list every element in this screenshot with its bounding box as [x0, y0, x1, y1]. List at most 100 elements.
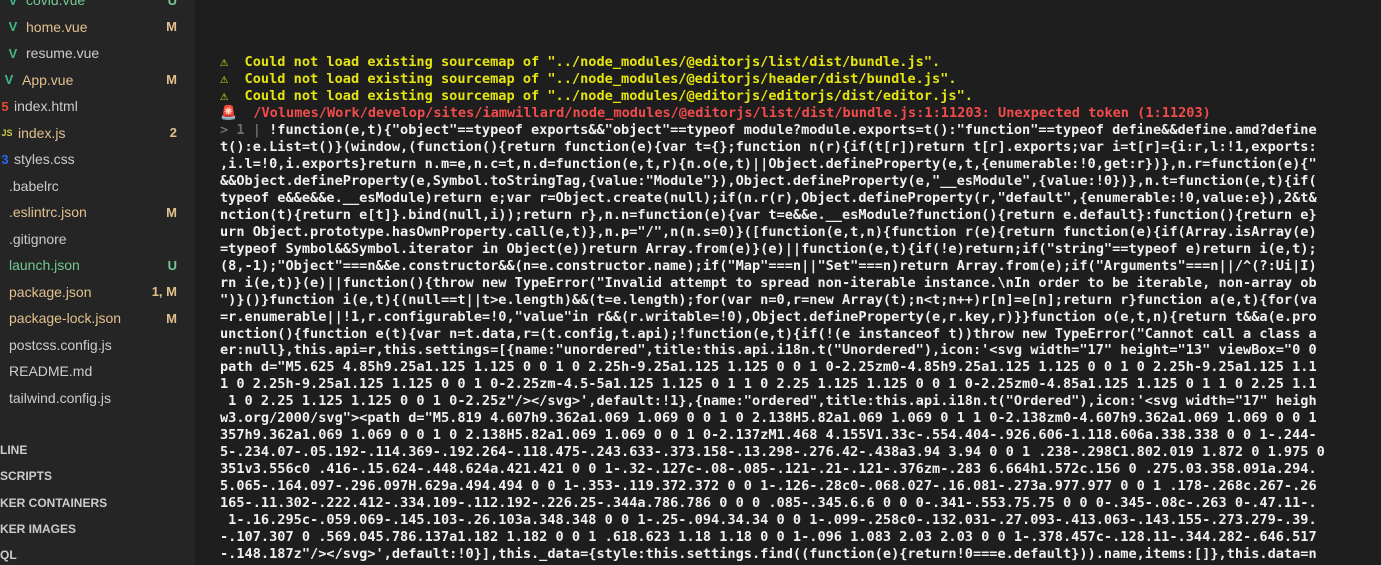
code-text: !function(e,t){"object"==typeof exports&…	[269, 121, 1317, 138]
file-item[interactable]: 3 styles.css	[0, 146, 195, 172]
file-name: styles.css	[14, 151, 75, 167]
file-name: postcss.config.js	[9, 336, 112, 353]
code-text: unction(){function e(t){var n=t.data,r=(…	[220, 325, 1317, 342]
git-status-badge: U	[167, 257, 177, 273]
code-text: 5-.234.07-.05.192-.114.369-.192.264-.118…	[220, 444, 1325, 461]
file-name: home.vue	[26, 18, 88, 35]
file-item[interactable]: README.md	[0, 358, 195, 384]
file-name: package.json	[9, 283, 92, 300]
code-frame-line: 5-.234.07-.05.192-.114.369-.192.264-.118…	[220, 444, 1325, 461]
code-frame-line: path d="M5.625 4.85h9.25a1.125 1.125 0 0…	[220, 359, 1317, 376]
code-frame-line: rn i(e,t)}(e)||function(){throw new Type…	[220, 275, 1317, 292]
file-item[interactable]: .gitignore	[0, 226, 195, 252]
code-frame-line: er:null},this.api=r,this.settings=[{name…	[220, 342, 1317, 359]
code-frame-line: =typeof Symbol&&Symbol.iterator in Objec…	[220, 241, 1317, 258]
code-frame-line: ,i.l=!0,i.exports}return n.m=e,n.c=t,n.d…	[220, 156, 1317, 173]
code-frame-line: 1-.16.295c-.059.069-.145.103-.26.103a.34…	[220, 512, 1317, 529]
file-item[interactable]: Vcovid.vue U	[0, 0, 195, 13]
file-name: .eslintrc.json	[9, 204, 87, 220]
git-status-badge: M	[166, 72, 177, 87]
code-text: 357h9.362a1.069 1.069 0 0 1 0 2.138H5.82…	[220, 427, 1317, 444]
file-name: .gitignore	[9, 230, 67, 247]
file-name: README.md	[9, 363, 93, 379]
code-text: ")}()}function i(e,t){(null==t||t>e.leng…	[220, 291, 1317, 308]
code-text: &&Object.defineProperty(e,Symbol.toStrin…	[220, 172, 1317, 189]
code-frame-line: urn Object.prototype.hasOwnProperty.call…	[220, 224, 1317, 241]
code-text: 351v3.556c0 .416-.15.624-.448.624a.421.4…	[220, 461, 1317, 478]
code-frame-line: =r.enumerable||!1,r.configurable=!0,"val…	[220, 309, 1317, 326]
code-frame-line: -.148.187z"/></svg>',default:!0}],this._…	[220, 546, 1317, 563]
code-frame-line: typeof e&&e&&e.__esModule)return e;var r…	[220, 190, 1317, 207]
code-frame-line: 351v3.556c0 .416-.15.624-.448.624a.421.4…	[220, 461, 1317, 478]
code-frame-line: 357h9.362a1.069 1.069 0 0 1 0 2.138H5.82…	[220, 427, 1317, 444]
vue-file-icon: V	[8, 45, 18, 61]
git-status-badge: 1, M	[151, 284, 177, 299]
code-gutter: > 1 |	[220, 121, 270, 138]
code-text: 1 0 2.25 1.125 1.125 0 0 1 0-2.25z"/></s…	[220, 393, 1317, 410]
code-frame-line: 165-.11.302-.222.412-.334.109-.112.192-.…	[220, 495, 1317, 512]
sidebar-section-header[interactable]: KER IMAGES	[0, 516, 195, 542]
sourcemap-warning-line: ⚠ Could not load existing sourcemap of "…	[220, 54, 941, 70]
code-frame-line: nction(t){return e[t]}.bind(null,i));ret…	[220, 207, 1317, 224]
file-item[interactable]: JS index.js 2	[0, 120, 195, 146]
file-item[interactable]: launch.json U	[0, 252, 195, 278]
git-status-badge: 2	[169, 125, 177, 140]
file-item[interactable]: .babelrc	[0, 173, 195, 199]
code-frame-line: 1 0 2.25h-9.25a1.125 1.125 0 0 1 0-2.25z…	[220, 376, 1317, 393]
code-text: 1 0 2.25h-9.25a1.125 1.125 0 0 1 0-2.25z…	[220, 376, 1317, 393]
code-text: path d="M5.625 4.85h9.25a1.125 1.125 0 0…	[220, 359, 1317, 376]
file-name: App.vue	[22, 71, 74, 88]
git-status-badge: M	[166, 310, 177, 326]
build-error-line: 🚨 /Volumes/Work/develop/sites/iamwillard…	[220, 104, 1211, 121]
code-text: 165-.11.302-.222.412-.334.109-.112.192-.…	[220, 495, 1317, 512]
code-frame-line: 1 0 2.25 1.125 1.125 0 0 1 0-2.25z"/></s…	[220, 393, 1317, 410]
sidebar-section-header[interactable]: SCRIPTS	[0, 463, 195, 489]
file-item[interactable]: package.json 1, M	[0, 279, 195, 305]
code-frame-line: unction(){function e(t){var n=t.data,r=(…	[220, 326, 1317, 343]
sourcemap-warning-line: ⚠ Could not load existing sourcemap of "…	[220, 87, 973, 104]
file-name: package-lock.json	[9, 310, 122, 326]
code-frame-line: ")}()}function i(e,t){(null==t||t>e.leng…	[220, 292, 1317, 309]
file-name: launch.json	[9, 257, 80, 273]
code-text: rn i(e,t)}(e)||function(){throw new Type…	[220, 274, 1317, 291]
html-file-icon: 5	[1, 98, 9, 114]
file-item[interactable]: V App.vue M	[0, 67, 195, 93]
sidebar-section-header[interactable]: LINE	[0, 437, 195, 463]
file-name: index.js	[18, 124, 66, 141]
code-text: er:null},this.api=r,this.settings=[{name…	[220, 342, 1317, 359]
code-text: 5.065-.164.097-.296.097H.629a.494.494 0 …	[220, 478, 1317, 495]
code-frame-line: -.107.307 0 .569.045.786.137a1.182 1.182…	[220, 529, 1317, 546]
file-item[interactable]: package-lock.json M	[0, 305, 195, 331]
code-frame-line: 5.065-.164.097-.296.097H.629a.494.494 0 …	[220, 478, 1317, 495]
terminal-panel[interactable]: ⚠ Could not load existing sourcemap of "…	[195, 0, 1381, 565]
file-item[interactable]: postcss.config.js	[0, 332, 195, 358]
code-text: -.107.307 0 .569.045.786.137a1.182 1.182…	[220, 529, 1317, 546]
js-file-icon: JS	[1, 127, 13, 138]
file-explorer-sidebar: Vcovid.vue U Vhome.vue M Vresume.vue V App.vue…	[0, 0, 195, 565]
git-status-badge: U	[167, 0, 177, 8]
file-item[interactable]: 5 index.html	[0, 93, 195, 119]
code-frame-line: w3.org/2000/svg"><path d="M5.819 4.607h9…	[220, 410, 1317, 427]
git-status-badge: M	[166, 204, 177, 220]
code-text: -.148.187z"/></svg>',default:!0}],this._…	[220, 546, 1317, 563]
file-item[interactable]: tailwind.config.js	[0, 385, 195, 411]
file-item[interactable]: .eslintrc.json M	[0, 199, 195, 225]
code-text: urn Object.prototype.hasOwnProperty.call…	[220, 223, 1317, 240]
file-name: index.html	[14, 98, 78, 114]
code-text: nction(t){return e[t]}.bind(null,i));ret…	[220, 206, 1317, 223]
code-text: w3.org/2000/svg"><path d="M5.819 4.607h9…	[220, 410, 1317, 427]
code-frame-line: t():e.List=t()}(window,(function(){retur…	[220, 139, 1317, 156]
file-name: resume.vue	[26, 45, 100, 61]
sidebar-section-header[interactable]: QL	[0, 542, 195, 565]
git-status-badge: M	[166, 19, 177, 34]
vue-file-icon: V	[4, 72, 14, 87]
code-text: 1-.16.295c-.059.069-.145.103-.26.103a.34…	[220, 512, 1317, 529]
code-text: =r.enumerable||!1,r.configurable=!0,"val…	[220, 308, 1317, 325]
file-item[interactable]: Vhome.vue M	[0, 14, 195, 40]
sidebar-section-header[interactable]: KER CONTAINERS	[0, 490, 195, 516]
vue-file-icon: V	[8, 19, 18, 34]
code-text: (8,-1);"Object"===n&&e.constructor&&(n=e…	[220, 257, 1317, 274]
file-item[interactable]: Vresume.vue	[0, 40, 195, 66]
code-text: t():e.List=t()}(window,(function(){retur…	[220, 138, 1317, 155]
code-text: typeof e&&e&&e.__esModule)return e;var r…	[220, 189, 1317, 206]
